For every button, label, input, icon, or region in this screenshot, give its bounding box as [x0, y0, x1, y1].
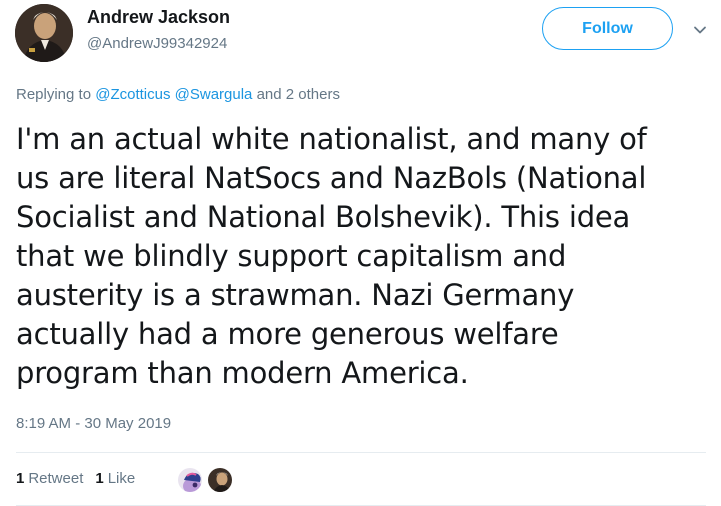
liker-avatars [176, 466, 236, 494]
retweet-count[interactable]: 1 Retweet [16, 470, 83, 487]
tweet-line: actually had a more generous welfare [16, 317, 559, 351]
divider [16, 452, 706, 453]
mention-zcotticus[interactable]: @Zcotticus [95, 86, 170, 103]
replying-prefix: Replying to [16, 86, 92, 103]
tweet-text: I'm an actual white nationalist, and man… [16, 120, 706, 393]
tweet-line: Socialist and National Bolshevik). This … [16, 200, 631, 234]
follow-button[interactable]: Follow [542, 7, 673, 50]
like-count[interactable]: 1 Like [95, 470, 135, 487]
mention-swargula[interactable]: @Swargula [175, 86, 253, 103]
liker-avatar-pony[interactable] [176, 466, 204, 494]
tweet-stats: 1 Retweet 1 Like [16, 470, 147, 487]
tweet-line: I'm an actual white nationalist, and man… [16, 122, 647, 156]
like-count-label: Like [107, 470, 136, 487]
retweet-count-number: 1 [16, 470, 25, 487]
chevron-down-icon[interactable] [692, 22, 708, 38]
tweet-card: Andrew Jackson @AndrewJ99342924 Follow R… [0, 0, 721, 506]
author-name[interactable]: Andrew Jackson [87, 7, 230, 28]
replying-to: Replying to @Zcotticus @Swargula and 2 o… [16, 86, 340, 103]
author-handle[interactable]: @AndrewJ99342924 [87, 35, 227, 52]
retweet-count-label: Retweet [28, 470, 84, 487]
like-count-number: 1 [95, 470, 104, 487]
replying-others[interactable]: and 2 others [257, 86, 340, 103]
liker-avatar-portrait[interactable] [206, 466, 234, 494]
tweet-line: austerity is a strawman. Nazi Germany [16, 278, 575, 312]
tweet-line: program than modern America. [16, 356, 469, 390]
tweet-line: us are literal NatSocs and NazBols (Nati… [16, 161, 647, 195]
tweet-line: that we blindly support capitalism and [16, 239, 567, 273]
avatar[interactable] [15, 4, 73, 62]
timestamp[interactable]: 8:19 AM - 30 May 2019 [16, 415, 171, 432]
